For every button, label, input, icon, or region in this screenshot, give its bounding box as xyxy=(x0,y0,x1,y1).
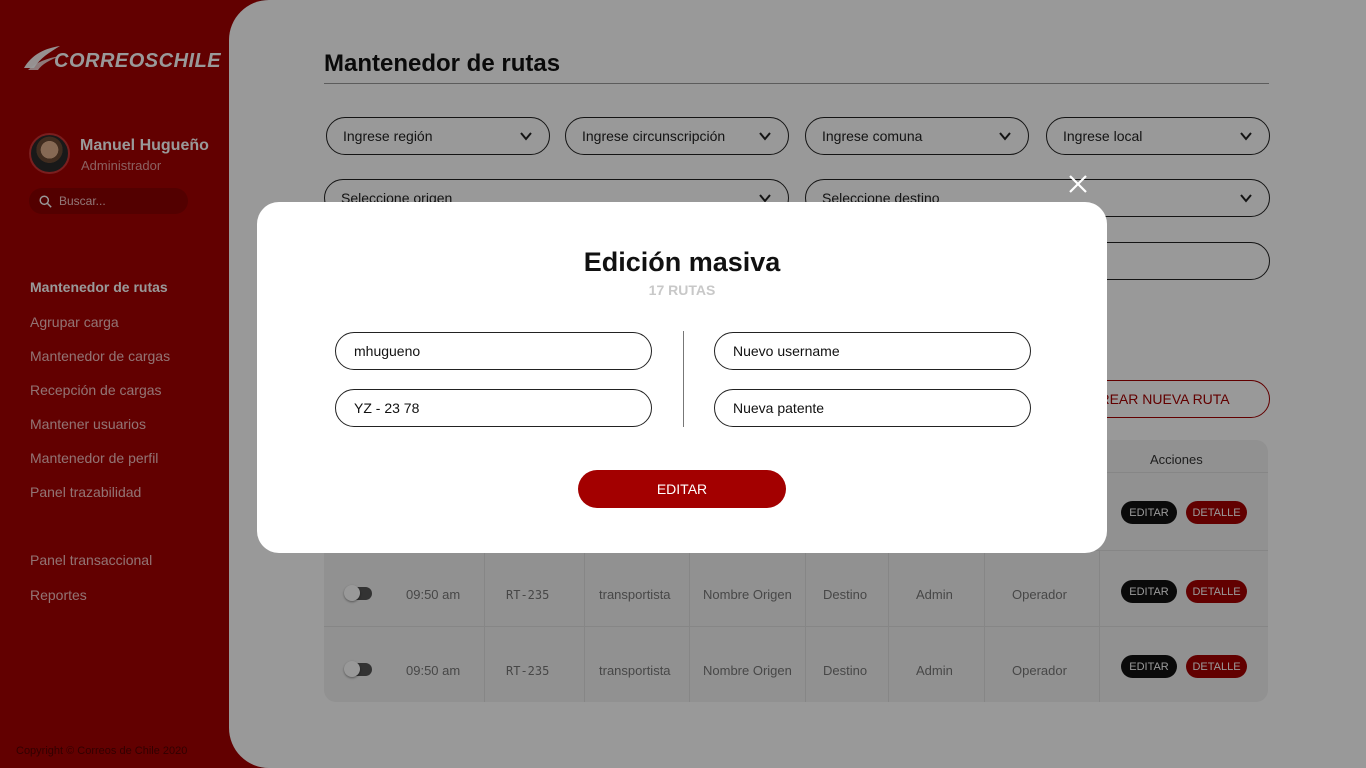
modal-subtitle: 17 RUTAS xyxy=(648,282,716,298)
current-patente-field[interactable] xyxy=(335,389,652,427)
current-username-field[interactable] xyxy=(335,332,652,370)
close-icon[interactable] xyxy=(1066,172,1090,196)
modal-title: Edición masiva xyxy=(583,247,781,277)
bulk-edit-modal: Edición masiva 17 RUTAS EDITAR xyxy=(257,202,1107,553)
new-patente-field[interactable] xyxy=(714,389,1031,427)
edit-submit-button[interactable]: EDITAR xyxy=(578,470,786,508)
new-username-field[interactable] xyxy=(714,332,1031,370)
modal-divider xyxy=(683,331,684,427)
